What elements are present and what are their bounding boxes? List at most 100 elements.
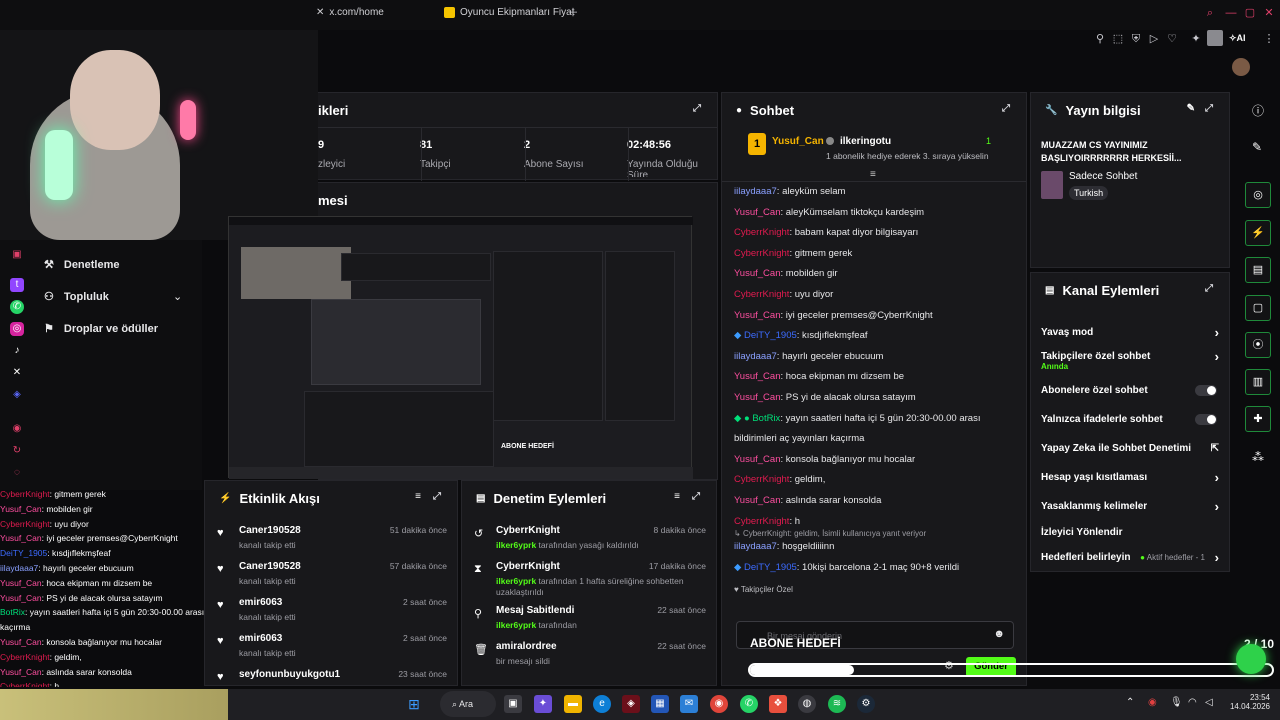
play-icon[interactable]: ▷: [1147, 32, 1161, 46]
moderation-item[interactable]: ⚲ Mesaj Sabitlendi ilker6yprk tarafından 22…: [474, 605, 706, 645]
expand-icon[interactable]: ⤢: [1205, 103, 1217, 115]
chevron-right-icon[interactable]: ›: [1215, 325, 1219, 340]
tray-app-icon[interactable]: ◉: [1148, 697, 1157, 708]
nav-item-droplar[interactable]: ⚑ Droplar ve ödüller: [44, 322, 158, 336]
expand-icon[interactable]: ⤢: [433, 491, 445, 503]
activity-user[interactable]: Caner190528: [239, 525, 301, 536]
stream-category[interactable]: Sadece Sohbet: [1069, 171, 1137, 182]
moderation-actor[interactable]: ilker6yprk: [496, 620, 536, 630]
chat-username[interactable]: CyberrKnight: [734, 474, 789, 485]
chat-username[interactable]: Yusuf_Can: [734, 495, 780, 506]
whatsapp-taskbar-icon[interactable]: ✆: [740, 695, 758, 713]
moderation-actor[interactable]: ilker6yprk: [496, 540, 536, 550]
lightning-button[interactable]: ⚡: [1245, 220, 1271, 246]
chat-username[interactable]: CyberrKnight: [734, 248, 789, 259]
moderation-target[interactable]: Mesaj Sabitlendi: [496, 605, 574, 616]
chat-bubble-icon[interactable]: ◌: [10, 466, 24, 480]
spotify-icon[interactable]: ≋: [828, 695, 846, 713]
discord-icon[interactable]: ◈: [10, 388, 24, 402]
wifi-icon[interactable]: ◠: [1188, 697, 1197, 708]
moderation-actor[interactable]: ilker6yprk: [496, 576, 536, 586]
tray-chevron-icon[interactable]: ⌃: [1126, 697, 1134, 708]
toggle-switch[interactable]: [1195, 385, 1217, 396]
clock[interactable]: 23:54 14.04.2026: [1222, 693, 1270, 711]
chat-username[interactable]: DeiTY_1905: [744, 330, 797, 341]
activity-user[interactable]: Caner190528: [239, 561, 301, 572]
app2-icon[interactable]: ❖: [769, 695, 787, 713]
file-explorer-icon[interactable]: ▬: [564, 695, 582, 713]
new-tab-icon[interactable]: ＋: [566, 6, 580, 20]
mail-icon[interactable]: ✉: [680, 695, 698, 713]
moderation-target[interactable]: CyberrKnight: [496, 525, 560, 536]
chat-username[interactable]: DeiTY_1905: [744, 562, 797, 573]
profile-avatar[interactable]: [1207, 30, 1223, 46]
tab-x-home[interactable]: ✕ x.com/home: [316, 7, 384, 18]
wrench-button[interactable]: ✚: [1245, 406, 1271, 432]
edit-icon[interactable]: ✎: [1187, 103, 1195, 114]
chevron-right-icon[interactable]: ›: [1215, 470, 1219, 485]
channel-action-item[interactable]: Yasaklanmış kelimeler ›: [1041, 499, 1219, 519]
minimize-icon[interactable]: —: [1224, 6, 1238, 20]
leaderboard-second-name[interactable]: ilkeringotu: [840, 136, 891, 147]
channel-action-item[interactable]: Yavaş mod ›: [1041, 325, 1219, 345]
camera-button[interactable]: ◎: [1245, 182, 1271, 208]
chat-username[interactable]: Yusuf_Can: [734, 454, 780, 465]
maximize-icon[interactable]: ▢: [1243, 6, 1257, 20]
taskbar-search[interactable]: ⌕ Ara: [440, 691, 496, 717]
stream-preview-video[interactable]: ABONE HEDEFİ: [228, 216, 693, 479]
leaderboard-first-name[interactable]: Yusuf_Can: [772, 136, 824, 147]
add-widget-icon[interactable]: ⁂: [1252, 450, 1264, 464]
chat-username[interactable]: Yusuf_Can: [734, 371, 780, 382]
x-social-icon[interactable]: ✕: [10, 366, 24, 380]
expand-icon[interactable]: ⤢: [693, 103, 705, 115]
channel-action-item[interactable]: İzleyici Yönlendir: [1041, 527, 1219, 545]
moderation-target[interactable]: amiralordree: [496, 641, 557, 652]
chat-username[interactable]: Yusuf_Can: [734, 392, 780, 403]
nav-item-topluluk[interactable]: ⚇ Topluluk: [44, 290, 109, 304]
chat-username[interactable]: CyberrKnight: [734, 289, 789, 300]
chat-username[interactable]: Yusuf_Can: [734, 207, 780, 218]
info-icon[interactable]: ⓘ: [1252, 102, 1264, 119]
steam-icon[interactable]: ⚙: [857, 695, 875, 713]
channel-action-item[interactable]: Takipçilere özel sohbet Anında ›: [1041, 349, 1219, 371]
chevron-right-icon[interactable]: ›: [1215, 349, 1219, 364]
moderation-item[interactable]: ⧗ CyberrKnight ilker6yprk tarafından 1 haf…: [474, 561, 706, 601]
app-icon[interactable]: ◈: [622, 695, 640, 713]
ai-button[interactable]: ✧AI: [1229, 33, 1246, 44]
chat-username[interactable]: CyberrKnight: [734, 516, 789, 527]
expand-icon[interactable]: ⤢: [1205, 283, 1217, 295]
channel-action-item[interactable]: Yapay Zeka ile Sohbet Denetimi ⇱: [1041, 443, 1219, 461]
toggle-switch[interactable]: [1195, 414, 1217, 425]
nav-item-denetleme[interactable]: ⚒ Denetleme: [44, 258, 120, 272]
expand-icon[interactable]: ⤢: [692, 491, 704, 503]
emoji-icon[interactable]: ☻: [993, 628, 1005, 640]
chrome-icon[interactable]: ◉: [710, 695, 728, 713]
obs-icon[interactable]: ◍: [798, 695, 816, 713]
shield-icon[interactable]: ⛨: [1129, 32, 1143, 46]
activity-item[interactable]: ♥ Caner190528 kanalı takip etti 57 dakika ö…: [217, 561, 447, 597]
chat-username[interactable]: CyberrKnight: [734, 227, 789, 238]
chat-username[interactable]: iilaydaaa7: [734, 186, 777, 197]
record-icon[interactable]: ◉: [10, 422, 24, 436]
filter-icon[interactable]: ≡: [415, 491, 421, 502]
chat-username[interactable]: BotRix: [752, 413, 780, 424]
filter-icon[interactable]: ≡: [674, 491, 680, 502]
activity-item[interactable]: ♥ Caner190528 kanalı takip etti 51 dakika ö…: [217, 525, 447, 561]
pin-icon[interactable]: ⚲: [1093, 32, 1107, 46]
tiktok-icon[interactable]: ♪: [10, 344, 24, 358]
chat-username[interactable]: Yusuf_Can: [734, 268, 780, 279]
activity-item[interactable]: ♥ emir6063 kanalı takip etti 2 saat önce: [217, 597, 447, 633]
chevron-down-icon[interactable]: ⌄: [173, 290, 182, 303]
chevron-right-icon[interactable]: ›: [1215, 550, 1219, 565]
copilot-icon[interactable]: ✦: [534, 695, 552, 713]
expand-icon[interactable]: ⤢: [1002, 103, 1014, 115]
task-view-icon[interactable]: ▣: [504, 695, 522, 713]
moderation-target[interactable]: CyberrKnight: [496, 561, 560, 572]
activity-user[interactable]: seyfonunbuyukgotu1: [239, 669, 340, 680]
moderation-item[interactable]: ↺ CyberrKnight ilker6yprk tarafından yasağ…: [474, 525, 706, 565]
volume-icon[interactable]: ◁: [1205, 697, 1213, 708]
moderation-item[interactable]: 🗑 amiralordree bir mesajı sildi 22 saat önc…: [474, 641, 706, 681]
history-icon[interactable]: ↻: [10, 444, 24, 458]
microphone-icon[interactable]: 🎙: [1170, 697, 1183, 708]
instagram-icon[interactable]: ◎: [10, 322, 24, 336]
